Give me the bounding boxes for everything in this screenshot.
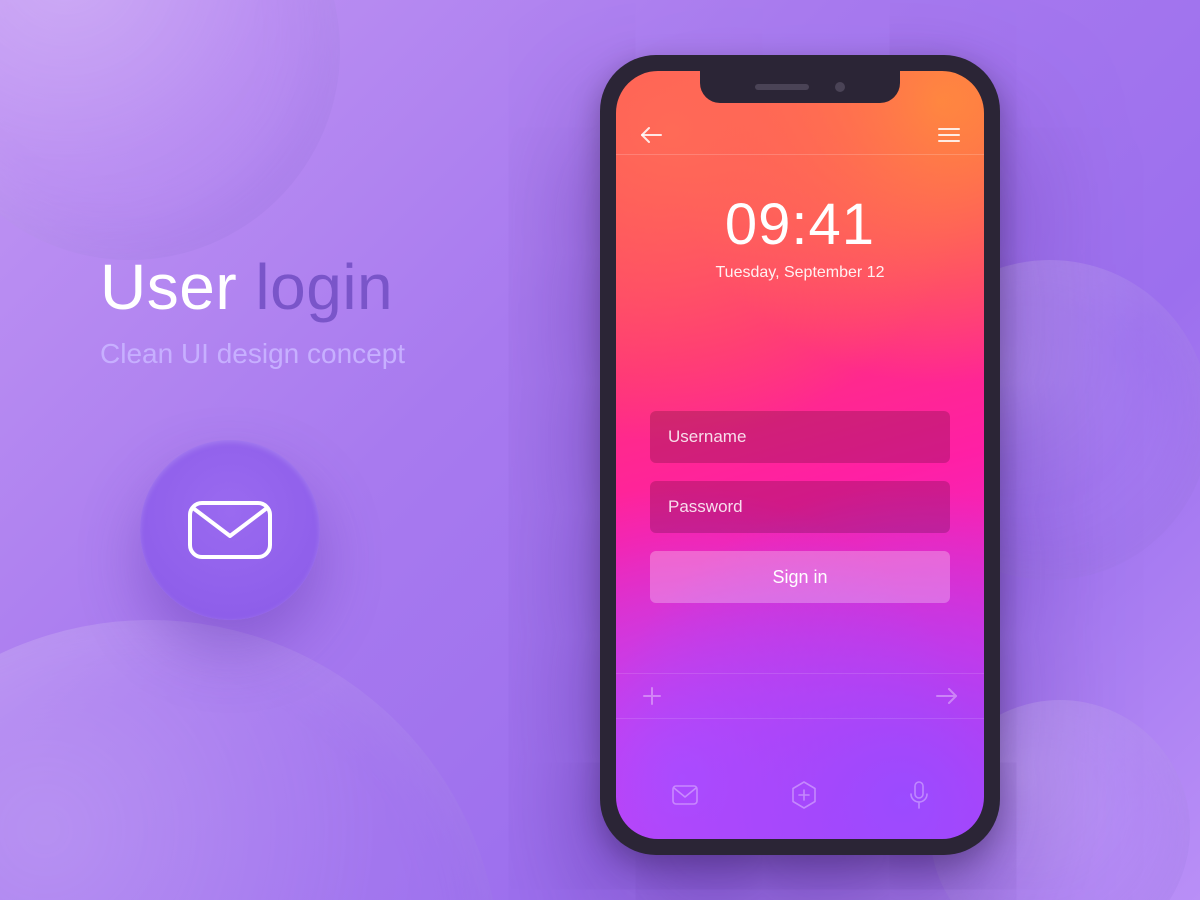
- bottom-tab-bar: [616, 781, 984, 809]
- mail-icon[interactable]: [672, 785, 698, 805]
- headline-block: User login Clean UI design concept: [100, 250, 405, 370]
- phone-frame: 09:41 Tuesday, September 12 Sign in: [600, 55, 1000, 855]
- plus-icon[interactable]: [642, 686, 662, 706]
- back-arrow-icon[interactable]: [640, 126, 662, 144]
- page-subtitle: Clean UI design concept: [100, 338, 405, 370]
- clock-block: 09:41 Tuesday, September 12: [616, 191, 984, 282]
- username-field[interactable]: [650, 411, 950, 463]
- hamburger-menu-icon[interactable]: [938, 127, 960, 143]
- clock-date: Tuesday, September 12: [616, 264, 984, 282]
- speaker-grille: [755, 84, 809, 90]
- mail-icon: [187, 500, 273, 560]
- clock-time: 09:41: [616, 191, 984, 258]
- hex-add-icon[interactable]: [791, 781, 817, 809]
- sign-in-button[interactable]: Sign in: [650, 551, 950, 603]
- password-field[interactable]: [650, 481, 950, 533]
- mid-action-bar: [616, 673, 984, 719]
- microphone-icon[interactable]: [910, 781, 928, 809]
- page-title: User login: [100, 250, 405, 324]
- title-word-2: login: [255, 251, 393, 323]
- mail-badge: [140, 440, 320, 620]
- phone-screen: 09:41 Tuesday, September 12 Sign in: [616, 71, 984, 839]
- front-camera: [835, 82, 845, 92]
- title-word-1: User: [100, 251, 237, 323]
- bg-bubble: [0, 0, 340, 260]
- phone-notch: [700, 71, 900, 103]
- app-top-bar: [616, 115, 984, 155]
- login-form: Sign in: [650, 411, 950, 603]
- forward-arrow-icon[interactable]: [936, 687, 958, 705]
- design-canvas: User login Clean UI design concept: [0, 0, 1200, 900]
- bg-bubble: [0, 620, 500, 900]
